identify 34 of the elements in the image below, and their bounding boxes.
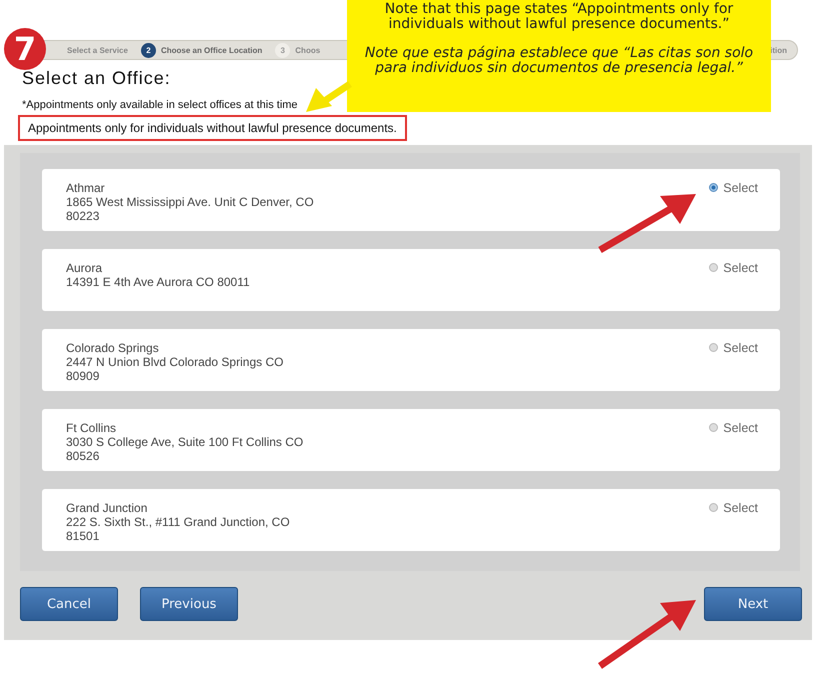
step-badge: 7: [4, 28, 46, 70]
office-name: Grand Junction: [66, 501, 148, 515]
office-address: 2447 N Union Blvd Colorado Springs CO: [66, 355, 284, 369]
select-radio[interactable]: Select: [709, 501, 758, 543]
office-name: Aurora: [66, 261, 104, 275]
select-radio[interactable]: Select: [709, 341, 758, 383]
office-name: Ft Collins: [66, 421, 118, 435]
step-label: Choose an Office Location: [160, 46, 262, 54]
office-address: 14391 E 4th Ave Aurora CO 80011: [66, 275, 250, 289]
office-address: 3030 S College Ave, Suite 100 Ft Collins CO: [66, 435, 304, 449]
office-address: 80223: [66, 209, 100, 223]
previous-button[interactable]: Previous: [140, 587, 238, 621]
callout-text: Note that this page states “Appointments only for individuals without lawful presence documents.”: [384, 2, 734, 32]
office-address: 80526: [66, 449, 100, 463]
select-radio[interactable]: Select: [709, 181, 758, 223]
availability-note: *Appointments only available in select offices at this time: [22, 99, 298, 111]
step-label: Choos: [295, 46, 320, 54]
callout-text: Note que esta página establece que “Las citas son solo para individuos sin documentos de presencia legal.”: [364, 46, 754, 76]
office-name: Athmar: [66, 181, 106, 195]
office-name: Colorado Springs: [66, 341, 160, 355]
office-address: 1865 West Mississippi Ave. Unit C Denver, CO: [66, 195, 314, 209]
office-address: 222 S. Sixth St., #111 Grand Junction, CO: [66, 515, 290, 529]
next-button[interactable]: Next: [704, 587, 802, 621]
step-label: Select a Service: [67, 46, 128, 54]
select-radio[interactable]: Select: [709, 421, 758, 463]
cancel-button[interactable]: Cancel: [20, 587, 118, 621]
office-address: 81501: [66, 529, 100, 543]
step-number: 3: [275, 42, 290, 58]
office-address: 80909: [66, 369, 100, 383]
select-radio[interactable]: Select: [709, 261, 758, 303]
step-number: 2: [140, 42, 156, 58]
arrow-drawing: [306, 81, 352, 112]
page-title: Select an Office:: [22, 68, 171, 89]
notice-text: Appointments only for individuals without lawful presence documents.: [18, 115, 407, 141]
